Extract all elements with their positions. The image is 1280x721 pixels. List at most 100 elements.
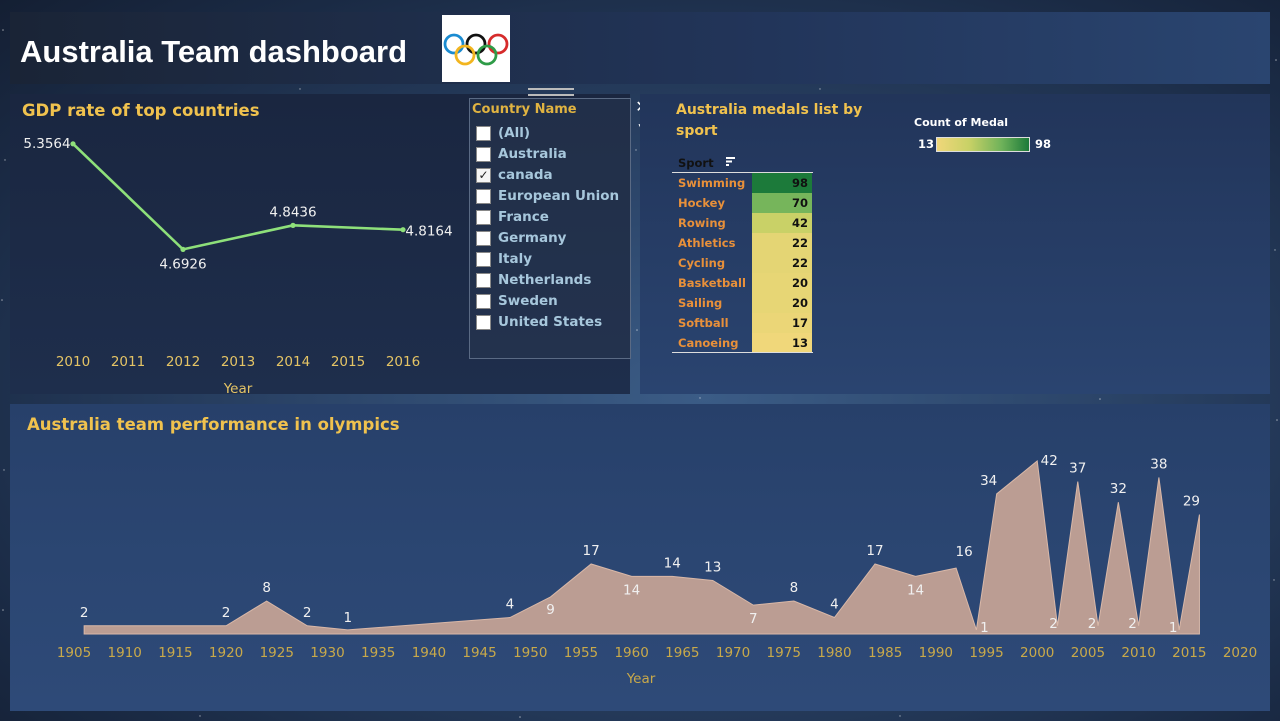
series-area[interactable] xyxy=(83,460,1200,635)
medal-count-cell[interactable]: 42 xyxy=(752,213,812,233)
data-label: 4.8436 xyxy=(269,204,316,220)
filter-option[interactable]: Netherlands xyxy=(476,271,591,289)
filter-option[interactable]: United States xyxy=(476,313,602,331)
series-line xyxy=(72,142,404,251)
medal-count-cell[interactable]: 17 xyxy=(752,313,812,333)
checkbox[interactable] xyxy=(476,251,491,267)
sport-name: Softball xyxy=(678,316,729,330)
filter-option-label: Italy xyxy=(498,251,533,267)
sport-name: Basketball xyxy=(678,276,746,290)
sport-name: Canoeing xyxy=(678,336,739,350)
checkbox[interactable] xyxy=(476,272,491,288)
data-label: 4 xyxy=(506,597,515,613)
checkbox-checked[interactable]: ✓ xyxy=(476,167,491,183)
checkbox[interactable] xyxy=(476,293,491,309)
x-tick-label: 1975 xyxy=(767,645,801,661)
data-label: 2 xyxy=(1128,616,1137,632)
medal-count-cell[interactable]: 13 xyxy=(752,333,812,353)
filter-option-label: European Union xyxy=(498,188,620,204)
x-tick-label: 1905 xyxy=(57,645,91,661)
filter-title: Country Name xyxy=(472,102,577,117)
x-tick-label: 2005 xyxy=(1071,645,1105,661)
medal-count-value: 20 xyxy=(791,276,808,290)
data-label: 14 xyxy=(623,582,640,598)
checkbox[interactable] xyxy=(476,125,491,141)
x-axis-label: Year xyxy=(626,671,656,687)
data-label: 29 xyxy=(1183,494,1200,510)
data-label: 13 xyxy=(704,559,721,575)
x-tick-label: 1950 xyxy=(513,645,547,661)
legend-min-label: 13 xyxy=(918,137,935,151)
sport-column-header[interactable]: Sport xyxy=(678,156,714,170)
medal-count-value: 42 xyxy=(791,216,808,230)
medal-count-value: 22 xyxy=(791,256,808,270)
medal-count-cell[interactable]: 98 xyxy=(752,173,812,193)
data-label: 38 xyxy=(1150,456,1167,472)
sport-name: Cycling xyxy=(678,256,726,270)
filter-option[interactable]: Australia xyxy=(476,145,567,163)
data-label: 16 xyxy=(956,544,973,560)
x-tick-label: 1980 xyxy=(817,645,851,661)
medal-count-value: 98 xyxy=(791,176,808,190)
data-label: 17 xyxy=(583,543,600,559)
checkbox[interactable] xyxy=(476,230,491,246)
data-label: 42 xyxy=(1041,453,1058,469)
filter-option[interactable]: Italy xyxy=(476,250,532,268)
data-label: 8 xyxy=(790,580,799,596)
dashboard-header: Australia Team dashboard xyxy=(10,12,1270,84)
filter-option-label: United States xyxy=(498,314,603,330)
filter-option-label: (All) xyxy=(498,125,531,141)
x-tick-label: 2016 xyxy=(386,354,420,370)
data-label: 32 xyxy=(1110,481,1127,497)
medal-count-value: 13 xyxy=(791,336,808,350)
checkbox[interactable] xyxy=(476,146,491,162)
data-point[interactable] xyxy=(290,222,296,228)
filter-option[interactable]: Sweden xyxy=(476,292,558,310)
data-point[interactable] xyxy=(180,246,186,252)
data-label: 2 xyxy=(1049,616,1058,632)
data-label: 1 xyxy=(1169,620,1178,636)
sport-name: Swimming xyxy=(678,176,746,190)
medal-count-cell[interactable]: 22 xyxy=(752,253,812,273)
filter-option-label: canada xyxy=(498,167,553,183)
data-label: 2 xyxy=(222,605,231,621)
medal-count-cell[interactable]: 20 xyxy=(752,293,812,313)
drag-handle[interactable] xyxy=(528,88,574,96)
x-tick-label: 2011 xyxy=(111,354,145,370)
x-tick-label: 1915 xyxy=(158,645,192,661)
data-point[interactable] xyxy=(70,141,76,147)
x-tick-label: 2010 xyxy=(56,354,90,370)
x-tick-label: 2000 xyxy=(1020,645,1054,661)
data-label: 17 xyxy=(866,543,883,559)
x-axis-label: Year xyxy=(223,381,253,394)
x-tick-label: 1930 xyxy=(310,645,344,661)
medal-count-cell[interactable]: 70 xyxy=(752,193,812,213)
legend-title: Count of Medal xyxy=(914,116,1009,129)
filter-option[interactable]: (All) xyxy=(476,124,530,142)
filter-option[interactable]: ✓ canada xyxy=(476,166,553,184)
data-label: 5.3564 xyxy=(23,136,70,152)
data-label: 2 xyxy=(80,605,89,621)
filter-option[interactable]: European Union xyxy=(476,187,619,205)
checkbox[interactable] xyxy=(476,314,491,330)
medal-table-title: Australia medals list by sport xyxy=(676,102,863,139)
data-label: 7 xyxy=(749,611,758,627)
sport-name: Hockey xyxy=(678,196,725,210)
x-tick-label: 2012 xyxy=(166,354,200,370)
x-tick-label: 1970 xyxy=(716,645,750,661)
page-title: Australia Team dashboard xyxy=(20,34,408,69)
checkbox[interactable] xyxy=(476,209,491,225)
filter-option-label: Germany xyxy=(498,230,567,246)
sort-icon[interactable] xyxy=(725,156,736,168)
medal-count-cell[interactable]: 20 xyxy=(752,273,812,293)
x-tick-label: 1925 xyxy=(260,645,294,661)
x-tick-label: 2020 xyxy=(1223,645,1257,661)
filter-option-label: Australia xyxy=(498,146,567,162)
x-tick-label: 2014 xyxy=(276,354,310,370)
x-tick-label: 1945 xyxy=(462,645,496,661)
filter-option[interactable]: Germany xyxy=(476,229,566,247)
filter-option[interactable]: France xyxy=(476,208,549,226)
x-tick-label: 1990 xyxy=(919,645,953,661)
medal-count-cell[interactable]: 22 xyxy=(752,233,812,253)
checkbox[interactable] xyxy=(476,188,491,204)
